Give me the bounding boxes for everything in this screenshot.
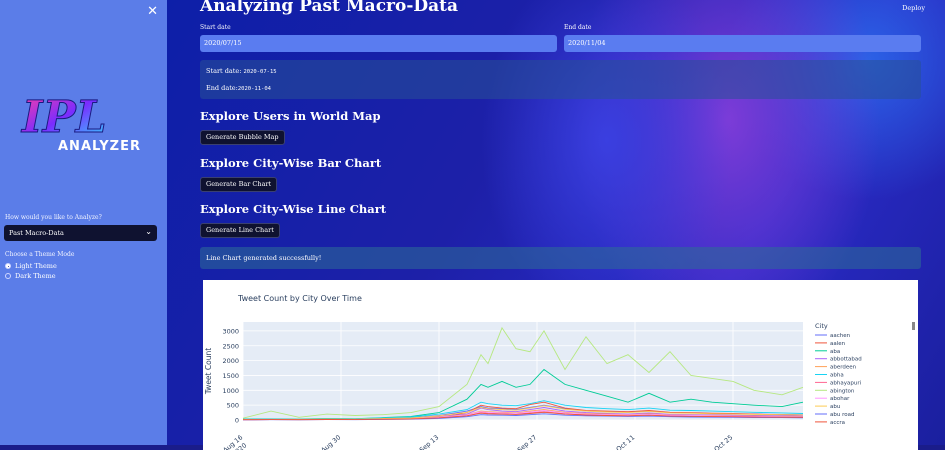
close-icon[interactable]: ✕ <box>147 4 158 19</box>
legend-item: accra <box>830 420 845 426</box>
analyze-select[interactable]: Past Macro-Data ⌄ <box>4 225 157 241</box>
deploy-button[interactable]: Deploy <box>902 4 925 12</box>
line-chart[interactable]: Tweet Count by City Over Time 0 500 1000 150… <box>203 280 918 450</box>
section-heading-bar-chart: Explore City-Wise Bar Chart <box>200 156 382 170</box>
legend-item: aalen <box>830 341 846 347</box>
generate-bubble-map-button[interactable]: Generate Bubble Map <box>200 130 285 145</box>
chevron-down-icon: ⌄ <box>145 227 152 236</box>
start-date-input[interactable]: 2020/07/15 <box>200 35 557 52</box>
radio-dark-theme[interactable]: Dark Theme <box>5 272 56 280</box>
chart-title: Tweet Count by City Over Time <box>237 294 362 303</box>
start-date-label: Start date <box>200 24 231 31</box>
main-content: Deploy Analyzing Past Macro-Data Start d… <box>167 0 945 450</box>
legend-title: City <box>815 322 828 330</box>
x-tick-label: Oct 25 <box>713 433 735 450</box>
x-tick-label: Sep 27 <box>516 433 538 450</box>
y-tick-label: 0 <box>235 417 239 425</box>
svg-text:IPL: IPL <box>20 92 107 143</box>
legend-item: abha <box>830 373 844 379</box>
sidebar: ✕ IPL ANALYZER How would you like to Ana… <box>0 0 167 445</box>
legend-item: aberdeen <box>830 365 857 371</box>
generate-bar-chart-button[interactable]: Generate Bar Chart <box>200 177 278 192</box>
line-chart-card: Tweet Count by City Over Time 0 500 1000 150… <box>203 280 918 450</box>
x-tick-label: Sep 13 <box>418 433 440 450</box>
x-tick-label: Oct 11 <box>615 433 637 450</box>
radio-light-theme[interactable]: Light Theme <box>5 262 57 270</box>
date-info-box: Start date: 2020-07-15 End date:2020-11-… <box>200 60 921 99</box>
generate-line-chart-button[interactable]: Generate Line Chart <box>200 223 280 238</box>
radio-unselected-icon <box>5 273 11 279</box>
radio-label: Light Theme <box>15 262 57 270</box>
analyze-label: How would you like to Analyze? <box>5 214 102 221</box>
end-date-input[interactable]: 2020/11/04 <box>564 35 921 52</box>
legend-item: abhayapuri <box>830 380 862 386</box>
theme-label: Choose a Theme Mode <box>5 251 75 258</box>
y-tick-label: 3000 <box>222 327 239 335</box>
y-tick-label: 2000 <box>222 357 239 365</box>
legend-scrollbar <box>912 322 915 330</box>
legend-item: abbottabad <box>830 357 862 363</box>
end-date-label: End date <box>564 24 592 31</box>
legend-item: aba <box>830 349 840 355</box>
legend-item: abu <box>830 404 840 410</box>
section-heading-line-chart: Explore City-Wise Line Chart <box>200 202 387 216</box>
y-tick-label: 1000 <box>222 387 239 395</box>
legend-item: abu road <box>830 412 854 418</box>
section-heading-world-map: Explore Users in World Map <box>200 109 381 123</box>
info-end-line: End date:2020-11-04 <box>206 84 271 92</box>
page-title: Analyzing Past Macro-Data <box>200 0 459 16</box>
y-tick-label: 1500 <box>222 372 239 380</box>
y-tick-label: 2500 <box>222 342 239 350</box>
legend-item: abohar <box>830 396 850 402</box>
svg-text:ANALYZER: ANALYZER <box>58 139 141 154</box>
y-tick-label: 500 <box>227 402 239 410</box>
legend-item: aachen <box>830 333 851 339</box>
ipl-analyzer-logo: IPL ANALYZER <box>20 92 141 155</box>
success-alert: Line Chart generated successfully! <box>200 247 921 269</box>
radio-selected-icon <box>5 263 11 269</box>
radio-label: Dark Theme <box>15 272 56 280</box>
success-message: Line Chart generated successfully! <box>206 254 322 262</box>
info-start-line: Start date: 2020-07-15 <box>206 67 277 75</box>
x-tick-label: Aug 30 <box>320 433 343 450</box>
legend-item: abington <box>830 388 855 394</box>
y-axis-label: Tweet Count <box>204 348 213 395</box>
analyze-select-value: Past Macro-Data <box>9 229 64 237</box>
